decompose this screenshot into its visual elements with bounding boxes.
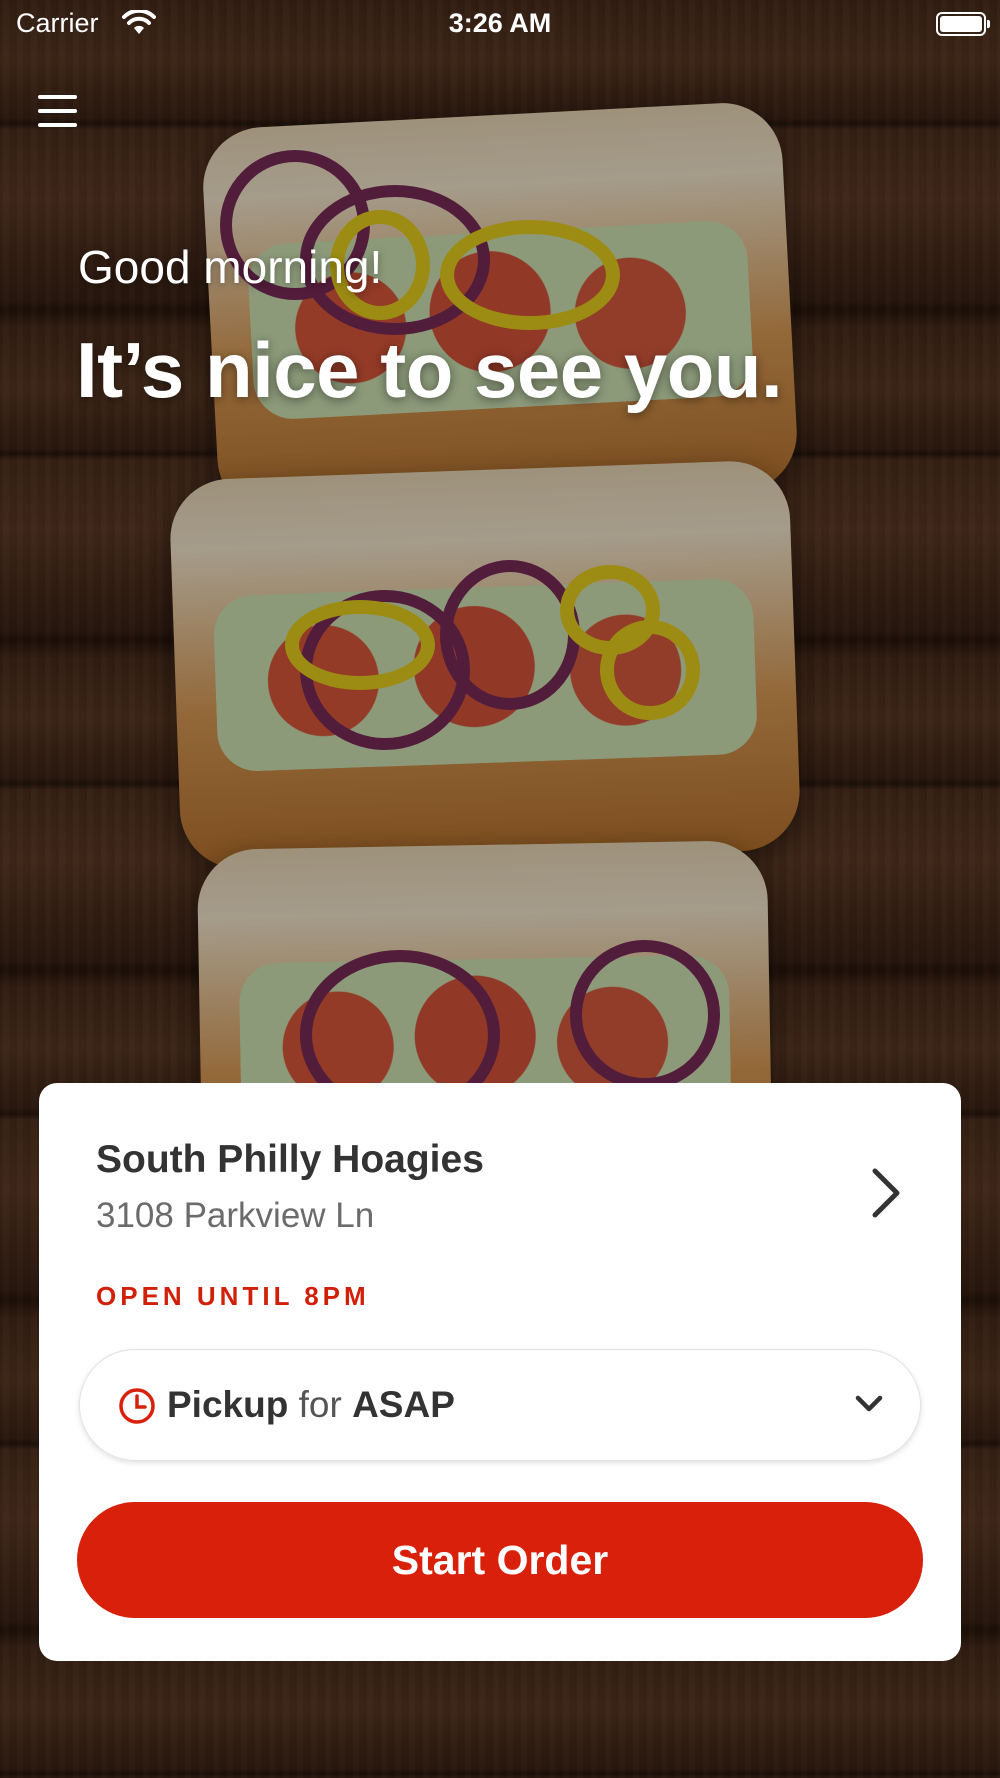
battery-icon: [936, 12, 990, 36]
hero-headline: It’s nice to see you.: [76, 326, 783, 414]
order-type: Pickup: [167, 1384, 289, 1425]
order-time: ASAP: [352, 1384, 455, 1425]
greeting-text: Good morning!: [78, 241, 383, 293]
order-mode-text: Pickup for ASAP: [167, 1384, 455, 1426]
menu-line: [38, 109, 77, 113]
chevron-down-icon: [855, 1395, 883, 1412]
status-time: 3:26 AM: [448, 8, 552, 38]
order-mode-selector[interactable]: Pickup for ASAP: [79, 1349, 921, 1461]
store-card: South Philly Hoagies 3108 Parkview Ln OP…: [39, 1083, 961, 1661]
store-address: 3108 Parkview Ln: [96, 1196, 375, 1235]
start-order-button[interactable]: Start Order: [77, 1502, 923, 1618]
hamburger-menu-icon[interactable]: [38, 95, 78, 131]
store-name: South Philly Hoagies: [96, 1138, 484, 1181]
order-connector: for: [298, 1384, 342, 1425]
chevron-right-icon[interactable]: [865, 1165, 905, 1221]
status-bar: Carrier 3:26 AM: [0, 0, 1000, 50]
menu-line: [38, 123, 77, 127]
store-hours-badge: OPEN UNTIL 8PM: [96, 1281, 370, 1311]
menu-line: [38, 95, 77, 99]
clock-icon: [119, 1388, 155, 1424]
